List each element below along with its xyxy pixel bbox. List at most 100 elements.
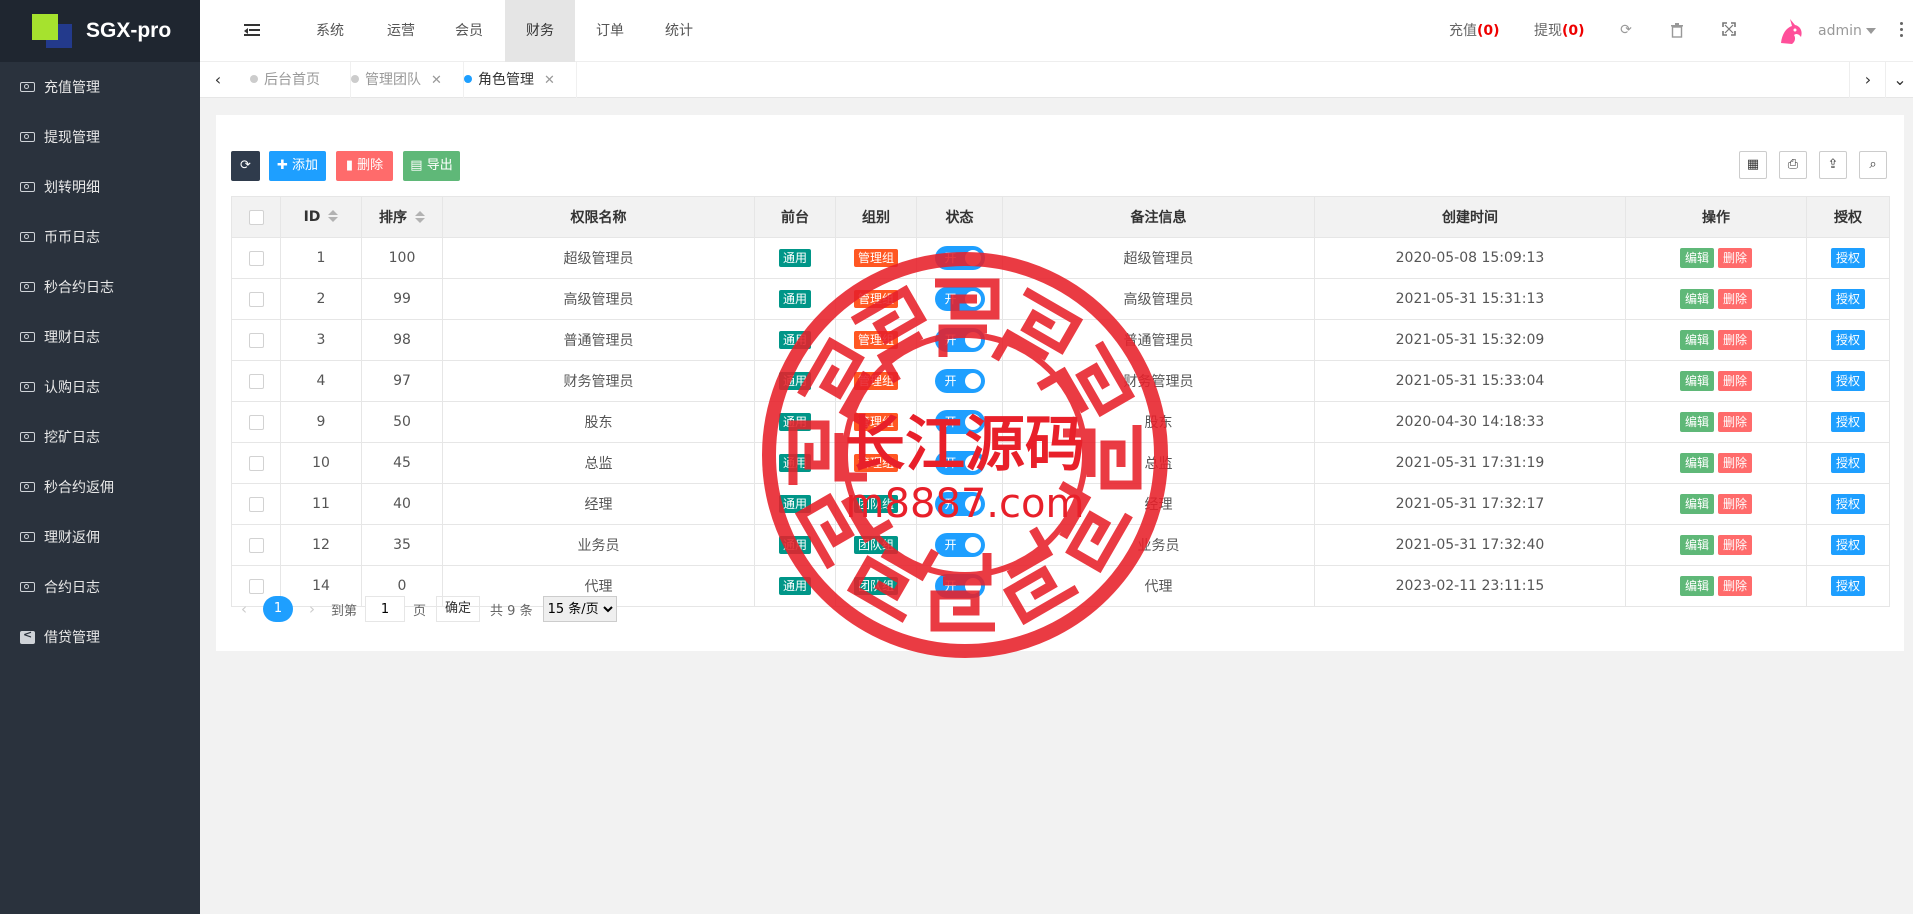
export-button[interactable]: ▤ 导出 (403, 151, 460, 181)
sidebar-item[interactable]: 币币日志 (0, 212, 200, 262)
page-current[interactable]: 1 (263, 596, 293, 622)
status-toggle[interactable]: 开 (934, 574, 985, 598)
delete-row-button[interactable]: 删除 (1718, 494, 1753, 514)
row-checkbox[interactable] (248, 373, 264, 389)
authorize-button[interactable]: 授权 (1830, 248, 1865, 268)
tab-operation[interactable]: 运营 (368, 0, 434, 62)
row-select-cell[interactable] (231, 483, 281, 525)
sidebar-item[interactable]: 挖矿日志 (0, 412, 200, 462)
row-select-cell[interactable] (231, 401, 281, 443)
row-select-cell[interactable] (231, 319, 281, 361)
sidebar-item[interactable]: 理财日志 (0, 312, 200, 362)
menu-toggle-icon[interactable] (244, 22, 260, 38)
fullscreen-icon[interactable] (1721, 22, 1737, 38)
delete-row-button[interactable]: 删除 (1718, 371, 1753, 391)
sidebar-item[interactable]: 提现管理 (0, 112, 200, 162)
edit-button[interactable]: 编辑 (1679, 330, 1714, 350)
row-checkbox[interactable] (248, 537, 264, 553)
prev-page-icon[interactable]: ‹ (231, 600, 257, 618)
page-tab-team[interactable]: 管理团队 ✕ (337, 62, 464, 98)
delete-row-button[interactable]: 删除 (1718, 412, 1753, 432)
sort-icon[interactable] (415, 211, 425, 223)
edit-button[interactable]: 编辑 (1679, 371, 1714, 391)
sidebar-item[interactable]: 合约日志 (0, 562, 200, 612)
authorize-button[interactable]: 授权 (1830, 453, 1865, 473)
row-checkbox[interactable] (248, 496, 264, 512)
edit-button[interactable]: 编辑 (1679, 248, 1714, 268)
delete-button[interactable]: ▮ 删除 (336, 151, 393, 181)
select-all-cell[interactable] (231, 196, 281, 238)
status-toggle[interactable]: 开 (934, 287, 985, 311)
status-toggle[interactable]: 开 (934, 410, 985, 434)
authorize-button[interactable]: 授权 (1830, 576, 1865, 596)
avatar[interactable] (1776, 16, 1806, 46)
status-toggle[interactable]: 开 (934, 369, 985, 393)
print-button[interactable]: ⎙ (1779, 151, 1807, 179)
status-toggle[interactable]: 开 (934, 451, 985, 475)
sidebar-item[interactable]: 秒合约返佣 (0, 462, 200, 512)
row-checkbox[interactable] (248, 455, 264, 471)
authorize-button[interactable]: 授权 (1830, 494, 1865, 514)
delete-row-button[interactable]: 删除 (1718, 248, 1753, 268)
close-icon[interactable]: ✕ (544, 73, 555, 88)
status-toggle[interactable]: 开 (934, 533, 985, 557)
authorize-button[interactable]: 授权 (1830, 371, 1865, 391)
page-input[interactable] (365, 596, 406, 622)
export-tool-button[interactable]: ⇪ (1819, 151, 1847, 179)
row-checkbox[interactable] (248, 414, 264, 430)
delete-row-button[interactable]: 删除 (1718, 576, 1753, 596)
edit-button[interactable]: 编辑 (1679, 289, 1714, 309)
status-toggle[interactable]: 开 (934, 492, 985, 516)
col-id[interactable]: ID (280, 196, 362, 238)
sidebar-item[interactable]: 秒合约日志 (0, 262, 200, 312)
delete-row-button[interactable]: 删除 (1718, 330, 1753, 350)
edit-button[interactable]: 编辑 (1679, 453, 1714, 473)
confirm-button[interactable]: 确定 (436, 596, 481, 622)
page-size-select[interactable]: 15 条/页 (542, 596, 617, 622)
authorize-button[interactable]: 授权 (1830, 412, 1865, 432)
edit-button[interactable]: 编辑 (1679, 412, 1714, 432)
trash-icon[interactable] (1669, 22, 1685, 38)
tab-system[interactable]: 系统 (300, 0, 360, 62)
next-page-icon[interactable]: › (299, 600, 325, 618)
row-select-cell[interactable] (231, 360, 281, 402)
page-tab-roles[interactable]: 角色管理 ✕ (450, 62, 577, 98)
refresh-button[interactable]: ⟳ (231, 151, 260, 181)
row-select-cell[interactable] (231, 278, 281, 320)
refresh-icon[interactable]: ⟳ (1618, 22, 1634, 38)
tab-statistics[interactable]: 统计 (648, 0, 710, 62)
delete-row-button[interactable]: 删除 (1718, 453, 1753, 473)
sidebar-item[interactable]: 认购日志 (0, 362, 200, 412)
row-select-cell[interactable] (231, 442, 281, 484)
row-checkbox[interactable] (248, 578, 264, 594)
recharge-link[interactable]: 充值(0) (1449, 0, 1500, 62)
page-tab-home[interactable]: 后台首页 (236, 62, 351, 98)
select-all-checkbox[interactable] (248, 209, 264, 225)
more-icon[interactable] (1900, 22, 1904, 38)
status-toggle[interactable]: 开 (934, 328, 985, 352)
withdraw-link[interactable]: 提现(0) (1534, 0, 1585, 62)
authorize-button[interactable]: 授权 (1830, 535, 1865, 555)
tabs-scroll-left-icon[interactable]: ‹ (200, 62, 236, 98)
sidebar-item[interactable]: 理财返佣 (0, 512, 200, 562)
edit-button[interactable]: 编辑 (1679, 494, 1714, 514)
tab-member[interactable]: 会员 (438, 0, 500, 62)
edit-button[interactable]: 编辑 (1679, 576, 1714, 596)
columns-button[interactable]: ▦ (1739, 151, 1767, 179)
status-toggle[interactable]: 开 (934, 246, 985, 270)
edit-button[interactable]: 编辑 (1679, 535, 1714, 555)
sidebar-item[interactable]: 借贷管理 (0, 612, 200, 662)
row-checkbox[interactable] (248, 250, 264, 266)
row-select-cell[interactable] (231, 237, 281, 279)
row-checkbox[interactable] (248, 332, 264, 348)
delete-row-button[interactable]: 删除 (1718, 535, 1753, 555)
sort-icon[interactable] (328, 210, 339, 222)
sidebar-item[interactable]: 划转明细 (0, 162, 200, 212)
row-select-cell[interactable] (231, 524, 281, 566)
user-menu[interactable]: admin (1818, 0, 1876, 62)
add-button[interactable]: ✚ 添加 (269, 151, 326, 181)
tabs-menu-chevron-icon[interactable]: ⌄ (1885, 62, 1913, 98)
row-checkbox[interactable] (248, 291, 264, 307)
tab-order[interactable]: 订单 (580, 0, 640, 62)
authorize-button[interactable]: 授权 (1830, 289, 1865, 309)
